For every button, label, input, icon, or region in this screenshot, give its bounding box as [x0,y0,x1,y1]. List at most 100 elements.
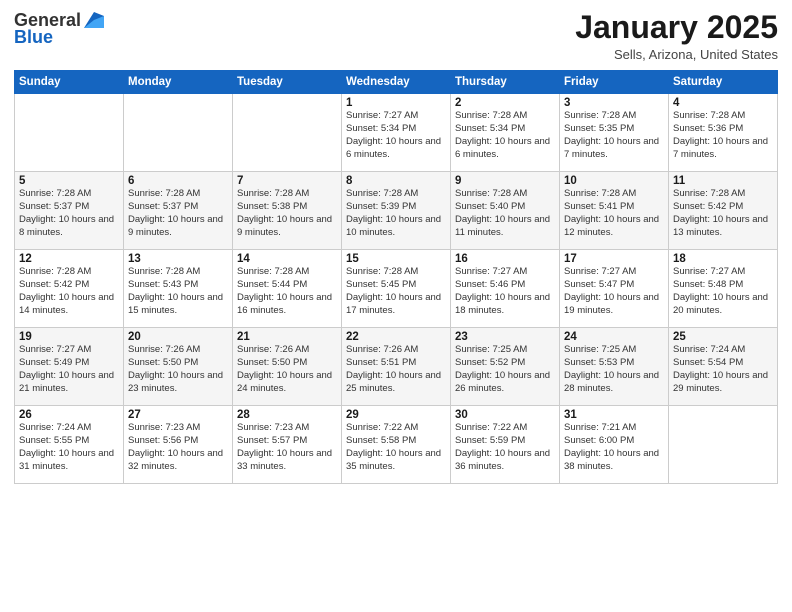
col-wednesday: Wednesday [342,71,451,94]
table-row: 29Sunrise: 7:22 AMSunset: 5:58 PMDayligh… [342,406,451,484]
table-row [15,94,124,172]
day-number: 1 [346,97,446,109]
day-info: Sunrise: 7:28 AMSunset: 5:37 PMDaylight:… [19,188,119,239]
day-info: Sunrise: 7:24 AMSunset: 5:54 PMDaylight:… [673,344,773,395]
table-row: 6Sunrise: 7:28 AMSunset: 5:37 PMDaylight… [124,172,233,250]
table-row: 30Sunrise: 7:22 AMSunset: 5:59 PMDayligh… [451,406,560,484]
calendar-week-row: 26Sunrise: 7:24 AMSunset: 5:55 PMDayligh… [15,406,778,484]
day-info: Sunrise: 7:27 AMSunset: 5:47 PMDaylight:… [564,266,664,317]
calendar-table: Sunday Monday Tuesday Wednesday Thursday… [14,70,778,484]
day-info: Sunrise: 7:28 AMSunset: 5:42 PMDaylight:… [19,266,119,317]
col-friday: Friday [560,71,669,94]
day-number: 6 [128,175,228,187]
day-number: 11 [673,175,773,187]
day-info: Sunrise: 7:28 AMSunset: 5:45 PMDaylight:… [346,266,446,317]
day-info: Sunrise: 7:26 AMSunset: 5:50 PMDaylight:… [128,344,228,395]
table-row [233,94,342,172]
table-row: 3Sunrise: 7:28 AMSunset: 5:35 PMDaylight… [560,94,669,172]
table-row: 15Sunrise: 7:28 AMSunset: 5:45 PMDayligh… [342,250,451,328]
day-number: 18 [673,253,773,265]
day-number: 24 [564,331,664,343]
day-number: 16 [455,253,555,265]
day-info: Sunrise: 7:28 AMSunset: 5:38 PMDaylight:… [237,188,337,239]
logo-icon [84,12,104,28]
day-info: Sunrise: 7:28 AMSunset: 5:37 PMDaylight:… [128,188,228,239]
calendar-header-row: Sunday Monday Tuesday Wednesday Thursday… [15,71,778,94]
day-number: 15 [346,253,446,265]
table-row: 1Sunrise: 7:27 AMSunset: 5:34 PMDaylight… [342,94,451,172]
day-number: 29 [346,409,446,421]
table-row: 4Sunrise: 7:28 AMSunset: 5:36 PMDaylight… [669,94,778,172]
day-info: Sunrise: 7:22 AMSunset: 5:58 PMDaylight:… [346,422,446,473]
logo-blue-text: Blue [14,27,53,48]
calendar-week-row: 12Sunrise: 7:28 AMSunset: 5:42 PMDayligh… [15,250,778,328]
day-info: Sunrise: 7:27 AMSunset: 5:34 PMDaylight:… [346,110,446,161]
table-row: 9Sunrise: 7:28 AMSunset: 5:40 PMDaylight… [451,172,560,250]
table-row: 24Sunrise: 7:25 AMSunset: 5:53 PMDayligh… [560,328,669,406]
table-row [124,94,233,172]
day-info: Sunrise: 7:28 AMSunset: 5:35 PMDaylight:… [564,110,664,161]
day-number: 2 [455,97,555,109]
col-thursday: Thursday [451,71,560,94]
table-row: 7Sunrise: 7:28 AMSunset: 5:38 PMDaylight… [233,172,342,250]
day-number: 20 [128,331,228,343]
col-monday: Monday [124,71,233,94]
day-info: Sunrise: 7:25 AMSunset: 5:52 PMDaylight:… [455,344,555,395]
table-row: 11Sunrise: 7:28 AMSunset: 5:42 PMDayligh… [669,172,778,250]
day-info: Sunrise: 7:28 AMSunset: 5:41 PMDaylight:… [564,188,664,239]
table-row: 25Sunrise: 7:24 AMSunset: 5:54 PMDayligh… [669,328,778,406]
day-number: 9 [455,175,555,187]
header: General Blue January 2025 Sells, Arizona… [14,10,778,62]
col-saturday: Saturday [669,71,778,94]
day-info: Sunrise: 7:28 AMSunset: 5:36 PMDaylight:… [673,110,773,161]
day-number: 21 [237,331,337,343]
table-row: 31Sunrise: 7:21 AMSunset: 6:00 PMDayligh… [560,406,669,484]
day-number: 27 [128,409,228,421]
day-info: Sunrise: 7:26 AMSunset: 5:50 PMDaylight:… [237,344,337,395]
day-number: 19 [19,331,119,343]
month-title: January 2025 [575,10,778,45]
day-number: 3 [564,97,664,109]
day-info: Sunrise: 7:26 AMSunset: 5:51 PMDaylight:… [346,344,446,395]
table-row: 18Sunrise: 7:27 AMSunset: 5:48 PMDayligh… [669,250,778,328]
day-info: Sunrise: 7:22 AMSunset: 5:59 PMDaylight:… [455,422,555,473]
table-row: 12Sunrise: 7:28 AMSunset: 5:42 PMDayligh… [15,250,124,328]
table-row: 10Sunrise: 7:28 AMSunset: 5:41 PMDayligh… [560,172,669,250]
day-info: Sunrise: 7:27 AMSunset: 5:48 PMDaylight:… [673,266,773,317]
calendar-week-row: 5Sunrise: 7:28 AMSunset: 5:37 PMDaylight… [15,172,778,250]
day-info: Sunrise: 7:21 AMSunset: 6:00 PMDaylight:… [564,422,664,473]
day-number: 12 [19,253,119,265]
table-row: 17Sunrise: 7:27 AMSunset: 5:47 PMDayligh… [560,250,669,328]
day-info: Sunrise: 7:28 AMSunset: 5:43 PMDaylight:… [128,266,228,317]
title-block: January 2025 Sells, Arizona, United Stat… [575,10,778,62]
col-tuesday: Tuesday [233,71,342,94]
table-row: 22Sunrise: 7:26 AMSunset: 5:51 PMDayligh… [342,328,451,406]
table-row: 27Sunrise: 7:23 AMSunset: 5:56 PMDayligh… [124,406,233,484]
calendar-week-row: 19Sunrise: 7:27 AMSunset: 5:49 PMDayligh… [15,328,778,406]
day-info: Sunrise: 7:27 AMSunset: 5:49 PMDaylight:… [19,344,119,395]
table-row: 16Sunrise: 7:27 AMSunset: 5:46 PMDayligh… [451,250,560,328]
table-row: 26Sunrise: 7:24 AMSunset: 5:55 PMDayligh… [15,406,124,484]
page: General Blue January 2025 Sells, Arizona… [0,0,792,612]
table-row: 19Sunrise: 7:27 AMSunset: 5:49 PMDayligh… [15,328,124,406]
table-row: 13Sunrise: 7:28 AMSunset: 5:43 PMDayligh… [124,250,233,328]
table-row: 2Sunrise: 7:28 AMSunset: 5:34 PMDaylight… [451,94,560,172]
day-info: Sunrise: 7:25 AMSunset: 5:53 PMDaylight:… [564,344,664,395]
location: Sells, Arizona, United States [575,47,778,62]
day-number: 22 [346,331,446,343]
day-info: Sunrise: 7:24 AMSunset: 5:55 PMDaylight:… [19,422,119,473]
day-number: 30 [455,409,555,421]
table-row [669,406,778,484]
table-row: 8Sunrise: 7:28 AMSunset: 5:39 PMDaylight… [342,172,451,250]
day-number: 7 [237,175,337,187]
day-number: 31 [564,409,664,421]
table-row: 20Sunrise: 7:26 AMSunset: 5:50 PMDayligh… [124,328,233,406]
day-number: 8 [346,175,446,187]
day-info: Sunrise: 7:28 AMSunset: 5:44 PMDaylight:… [237,266,337,317]
day-number: 28 [237,409,337,421]
day-number: 13 [128,253,228,265]
table-row: 21Sunrise: 7:26 AMSunset: 5:50 PMDayligh… [233,328,342,406]
day-number: 4 [673,97,773,109]
day-info: Sunrise: 7:23 AMSunset: 5:56 PMDaylight:… [128,422,228,473]
day-number: 5 [19,175,119,187]
